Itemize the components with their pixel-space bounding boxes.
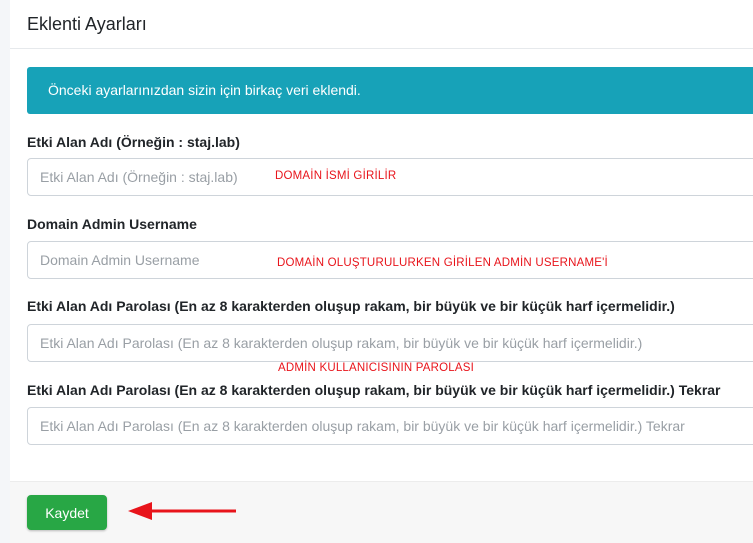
left-arrow-icon xyxy=(128,500,238,527)
domain-admin-username-label: Domain Admin Username xyxy=(27,216,197,232)
save-button[interactable]: Kaydet xyxy=(27,495,107,530)
domain-password-label: Etki Alan Adı Parolası (En az 8 karakter… xyxy=(27,298,675,314)
domain-password-input[interactable] xyxy=(27,324,753,362)
card-header: Eklenti Ayarları xyxy=(10,0,753,49)
domain-admin-username-annotation: DOMAİN OLUŞTURULURKEN GİRİLEN ADMİN USER… xyxy=(277,257,608,269)
domain-name-annotation: DOMAİN İSMİ GİRİLİR xyxy=(275,170,397,182)
domain-password-repeat-input[interactable] xyxy=(27,407,753,445)
info-alert: Önceki ayarlarınızdan sizin için birkaç … xyxy=(27,67,753,114)
domain-password-repeat-label: Etki Alan Adı Parolası (En az 8 karakter… xyxy=(27,382,721,398)
domain-name-label: Etki Alan Adı (Örneğin : staj.lab) xyxy=(27,134,240,150)
page-title: Eklenti Ayarları xyxy=(27,14,147,34)
plugin-settings-card: Eklenti Ayarları Önceki ayarlarınızdan s… xyxy=(10,0,753,543)
card-footer: Kaydet xyxy=(10,481,753,543)
domain-password-annotation: ADMİN KULLANICISININ PAROLASI xyxy=(278,362,475,374)
